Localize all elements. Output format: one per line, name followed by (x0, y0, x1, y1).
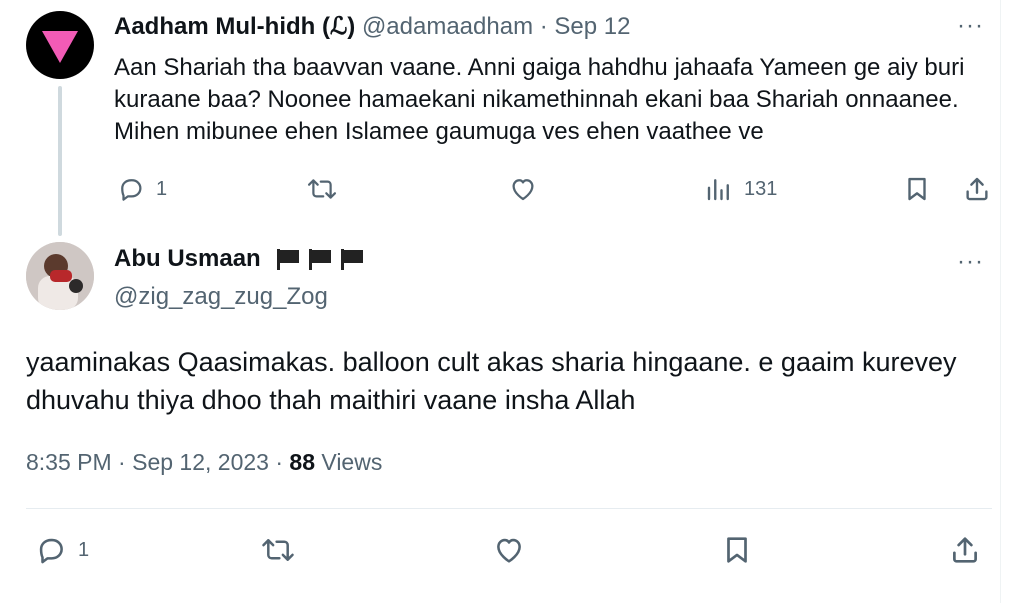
bookmark-button[interactable] (720, 533, 754, 567)
like-icon (512, 179, 534, 201)
display-name[interactable]: Abu Usmaan (114, 245, 261, 273)
retweet-icon (307, 179, 337, 199)
handle[interactable]: @adamaadham (362, 13, 533, 40)
reply-count: 1 (78, 538, 90, 561)
black-flag-icon (340, 249, 363, 270)
reply-icon (121, 179, 142, 201)
share-icon (966, 177, 988, 201)
reply-header: Abu Usmaan (114, 245, 365, 273)
tweet-metadata: 8:35 PM · Sep 12, 2023 · 88 Views (26, 449, 382, 476)
reply-count: 1 (156, 177, 168, 200)
like-button[interactable] (508, 174, 538, 204)
views-button[interactable]: 131 (704, 174, 777, 204)
view-count: 131 (744, 177, 778, 200)
column-border (1000, 0, 1001, 603)
share-button[interactable] (948, 533, 982, 567)
pink-triangle-avatar (42, 31, 78, 63)
more-options-button[interactable]: ··· (957, 12, 984, 40)
more-options-button[interactable]: ··· (957, 248, 984, 276)
tweet-time[interactable]: 8:35 PM (26, 449, 112, 475)
views-icon (707, 179, 729, 201)
avatar[interactable] (26, 242, 94, 310)
like-button[interactable] (492, 533, 526, 567)
views-label: Views (321, 449, 383, 475)
share-button[interactable] (962, 174, 992, 204)
tweet-date[interactable]: Sep 12, 2023 (132, 449, 269, 475)
retweet-icon (262, 539, 294, 561)
black-flag-icon (276, 249, 299, 270)
tweet-text: yaaminakas Qaasimakas. balloon cult akas… (26, 347, 957, 415)
separator-dot: · (539, 13, 548, 40)
separator-dot: · (275, 449, 290, 475)
flag-emojis (275, 247, 365, 271)
retweet-button[interactable] (306, 174, 338, 204)
share-icon (953, 537, 977, 563)
like-icon (497, 538, 521, 563)
handle[interactable]: @zig_zag_zug_Zog (114, 283, 328, 311)
bookmark-button[interactable] (902, 174, 932, 204)
divider (26, 508, 992, 509)
bookmark-icon (908, 177, 926, 201)
reply-icon (39, 538, 63, 564)
thread-line (58, 86, 62, 236)
tweet-text: Aan Shariah tha baavvan vaane. Anni gaig… (114, 54, 965, 145)
black-flag-icon (308, 249, 331, 270)
display-name[interactable]: Aadham Mul-hidh (ℒ) (114, 13, 355, 40)
bookmark-icon (727, 537, 747, 563)
avatar[interactable] (26, 11, 94, 79)
view-count: 88 (289, 449, 315, 475)
profile-photo-avatar (26, 242, 94, 310)
tweet-date[interactable]: Sep 12 (554, 13, 630, 40)
reply-button[interactable]: 1 (34, 533, 89, 567)
retweet-button[interactable] (260, 533, 296, 567)
parent-header: Aadham Mul-hidh (ℒ) @adamaadham · Sep 12 (114, 12, 631, 41)
separator-dot: · (118, 449, 133, 475)
reply-button[interactable]: 1 (116, 174, 167, 204)
